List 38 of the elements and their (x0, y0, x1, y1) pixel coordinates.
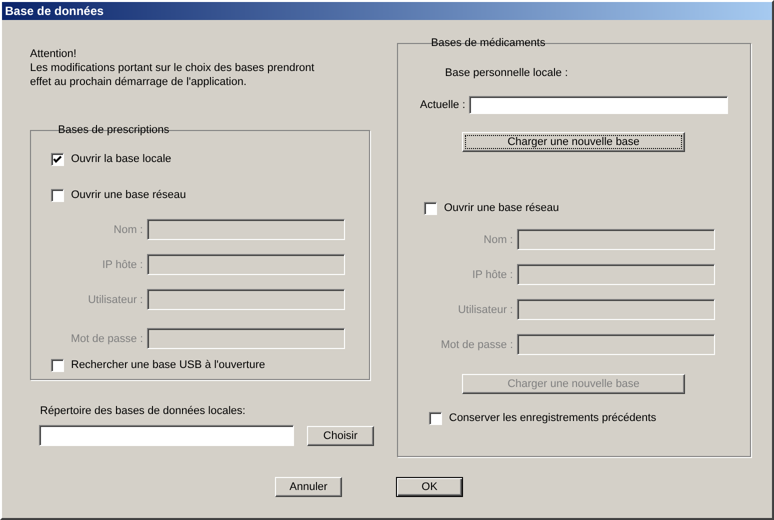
checkbox-label: Ouvrir une base réseau (71, 189, 186, 201)
field-label: Nom : (112, 224, 143, 236)
checkbox-label: Ouvrir la base locale (71, 153, 172, 165)
checkbox-option[interactable]: Ouvrir une base réseau (424, 200, 751, 216)
checkbox[interactable] (51, 358, 64, 372)
field-label: IP hôte : (471, 268, 513, 280)
checkbox-label: Conserver les enregistrements précédents (449, 412, 656, 424)
choose-button[interactable]: Choisir (306, 426, 374, 446)
checkbox[interactable] (51, 188, 64, 202)
field-label: Nom : (482, 234, 513, 246)
group-title: Bases de médicaments (430, 37, 546, 49)
current-base-field[interactable] (469, 96, 728, 114)
notice-text: Les modifications portant sur le choix des bases prendront effet au prochain démarrage de l'application. (30, 61, 316, 89)
checkbox-option[interactable]: Conserver les enregistrements précédents (429, 410, 751, 426)
checkbox[interactable] (429, 412, 442, 424)
checkbox-option[interactable]: Ouvrir une base réseau (51, 187, 370, 203)
field-label: IP hôte : (101, 258, 143, 270)
checkbox-label: Ouvrir une base réseau (444, 202, 559, 214)
checkbox[interactable] (424, 202, 437, 214)
field-label: Mot de passe : (440, 338, 513, 350)
field-label: Utilisateur : (456, 304, 513, 316)
field-label: Mot de passe : (70, 332, 143, 344)
checkbox-label: Rechercher une base USB à l'ouverture (71, 359, 266, 371)
checkbox-option[interactable]: Ouvrir la base locale (51, 151, 370, 167)
section-label: Base personnelle locale : (445, 67, 569, 79)
check-icon (53, 154, 62, 164)
directory-field[interactable] (39, 425, 294, 446)
ok-button[interactable]: OK (396, 477, 463, 497)
group-title: Bases de prescriptions (57, 124, 170, 136)
field-label: Actuelle : (420, 99, 466, 111)
load-base-button[interactable]: Charger une nouvelle base (462, 132, 685, 152)
cancel-button[interactable]: Annuler (275, 477, 342, 497)
checkbox[interactable] (51, 152, 64, 166)
window-title: Base de données (5, 4, 104, 18)
notice-heading: Attention! (30, 47, 78, 61)
field-label: Utilisateur : (86, 294, 143, 306)
field-label: Répertoire des bases de données locales: (40, 405, 246, 417)
checkbox-option[interactable]: Rechercher une base USB à l'ouverture (51, 357, 370, 373)
